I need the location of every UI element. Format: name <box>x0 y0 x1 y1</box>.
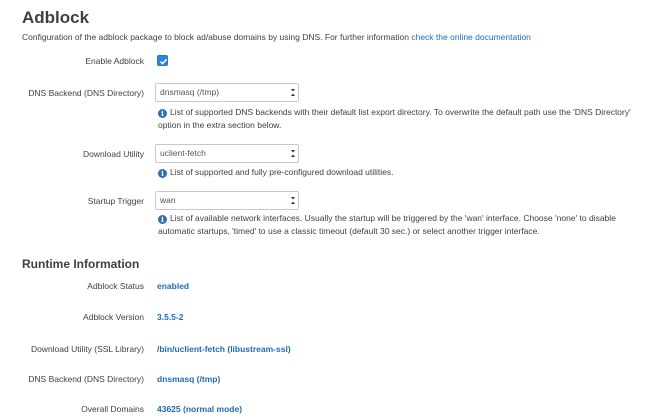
overall-domains-value: 43625 (normal mode) <box>157 404 243 414</box>
dropdown-arrow-icon <box>291 150 295 157</box>
download-utility-select[interactable]: uclient-fetch <box>155 144 299 163</box>
dns-backend-help-line2: option in the extra section below. <box>158 119 282 130</box>
info-circle-icon: i <box>158 215 167 224</box>
page-description: Configuration of the adblock package to … <box>22 32 531 42</box>
dns-backend-runtime-label: DNS Backend (DNS Directory) <box>28 374 144 384</box>
overall-domains-label: Overall Domains <box>81 404 144 414</box>
enable-adblock-checkbox[interactable] <box>157 55 168 66</box>
download-utility-help: i List of supported and fully pre-configu… <box>158 166 394 179</box>
download-utility-value: uclient-fetch <box>160 148 206 158</box>
description-text: Configuration of the adblock package to … <box>22 32 409 42</box>
adblock-status-label: Adblock Status <box>87 281 144 291</box>
info-circle-icon: i <box>158 169 167 178</box>
startup-trigger-help: i List of available network interfaces. U… <box>158 212 616 237</box>
startup-trigger-help-line2: automatic startups, 'timed' to use a cla… <box>158 225 540 236</box>
dns-backend-help: i List of supported DNS backends with the… <box>158 106 631 131</box>
adblock-version-value: 3.5.5-2 <box>157 312 184 322</box>
dns-backend-value: dnsmasq (/tmp) <box>160 87 220 97</box>
adblock-version-label: Adblock Version <box>83 312 144 322</box>
dns-backend-help-line1: List of supported DNS backends with thei… <box>170 107 631 117</box>
adblock-page: Adblock Configuration of the adblock pac… <box>0 0 660 420</box>
download-utility-ssl-label: Download Utility (SSL Library) <box>30 344 144 354</box>
startup-trigger-help-line1: List of available network interfaces. Us… <box>170 213 616 223</box>
adblock-status-value: enabled <box>157 281 190 291</box>
startup-trigger-select[interactable]: wan <box>155 191 299 210</box>
startup-trigger-value: wan <box>160 195 176 205</box>
download-utility-label: Download Utility <box>83 149 144 159</box>
online-documentation-link[interactable]: check the online documentation <box>411 32 531 42</box>
dropdown-arrow-icon <box>291 197 295 204</box>
dns-backend-label: DNS Backend (DNS Directory) <box>28 88 144 98</box>
dns-backend-select[interactable]: dnsmasq (/tmp) <box>155 83 299 102</box>
page-title: Adblock <box>22 8 90 27</box>
startup-trigger-label: Startup Trigger <box>87 196 144 206</box>
dropdown-arrow-icon <box>291 89 295 96</box>
info-circle-icon: i <box>158 109 167 118</box>
dns-backend-runtime-value: dnsmasq (/tmp) <box>157 374 221 384</box>
runtime-information-heading: Runtime Information <box>22 257 140 271</box>
enable-adblock-label: Enable Adblock <box>85 56 144 66</box>
download-utility-help-line1: List of supported and fully pre-configur… <box>170 167 394 177</box>
checkmark-icon <box>159 58 168 65</box>
download-utility-ssl-value: /bin/uclient-fetch (libustream-ssl) <box>157 344 291 354</box>
